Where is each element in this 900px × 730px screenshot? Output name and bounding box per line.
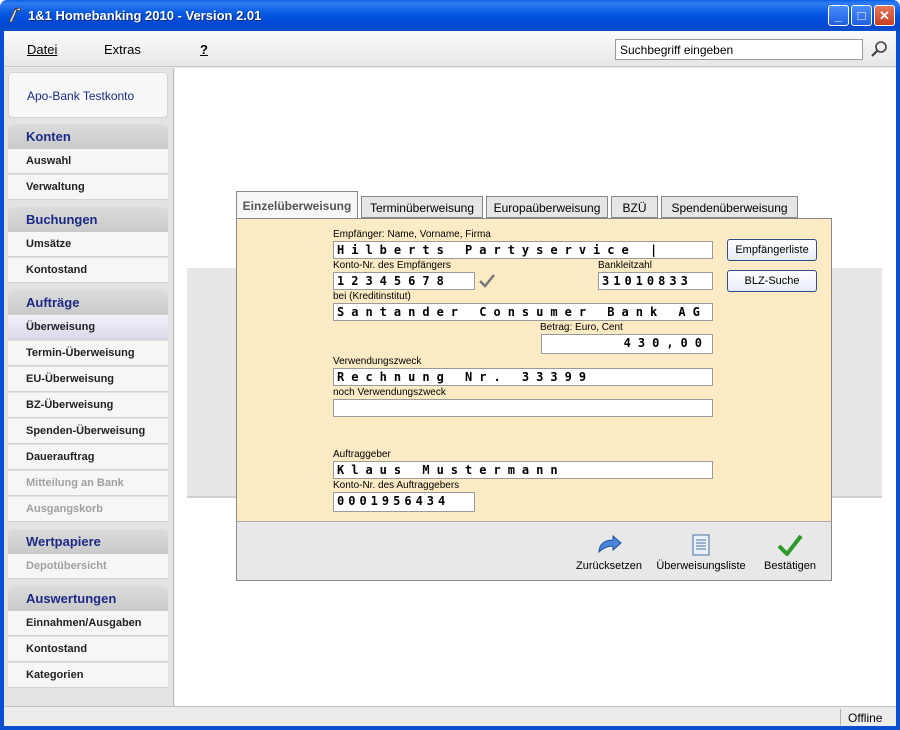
account-label: Konto-Nr. des Empfängers (333, 260, 451, 271)
status-separator (840, 709, 841, 725)
close-button[interactable]: ✕ (874, 5, 895, 26)
recipient-label: Empfänger: Name, Vorname, Firma (333, 229, 491, 240)
bank-label: bei (Kreditinstitut) (333, 291, 411, 302)
sidebar: Apo-Bank Testkonto Konten Auswahl Verwal… (4, 68, 174, 706)
menu-datei-label: Datei (27, 42, 58, 57)
minimize-button[interactable]: _ (828, 5, 849, 26)
sidebar-item-termin-ueberweisung[interactable]: Termin-Überweisung (8, 341, 168, 366)
blz-label: Bankleitzahl (598, 260, 652, 271)
search-icon[interactable] (870, 40, 888, 58)
reset-label: Zurücksetzen (575, 560, 643, 572)
menu-bar: Datei Extras ? (4, 31, 896, 67)
sidebar-item-kontostand-auswertung[interactable]: Kontostand (8, 637, 168, 662)
menu-extras-label: Extras (104, 42, 141, 57)
menu-extras[interactable]: Extras (104, 42, 141, 57)
recipient-field[interactable]: Hilberts Partyservice | (333, 241, 713, 259)
tab-terminueberweisung[interactable]: Terminüberweisung (361, 196, 483, 218)
sender-field[interactable]: Klaus Mustermann (333, 461, 713, 479)
window-title: 1&1 Homebanking 2010 - Version 2.01 (28, 8, 262, 23)
sidebar-item-bz-ueberweisung[interactable]: BZ-Überweisung (8, 393, 168, 418)
section-konten: Konten (8, 124, 168, 149)
sidebar-item-spenden-ueberweisung[interactable]: Spenden-Überweisung (8, 419, 168, 444)
sidebar-item-auswahl[interactable]: Auswahl (8, 149, 168, 174)
confirm-button[interactable]: Bestätigen (758, 534, 822, 572)
section-auftraege: Aufträge (8, 290, 168, 315)
app-logo-icon (8, 7, 22, 23)
sidebar-item-ausgangskorb: Ausgangskorb (8, 497, 168, 522)
sidebar-item-kategorien[interactable]: Kategorien (8, 663, 168, 688)
purpose2-label: noch Verwendungszweck (333, 387, 446, 398)
valid-check-icon (479, 274, 495, 288)
document-list-icon (692, 534, 710, 556)
status-bar: Offline (4, 706, 896, 726)
menu-datei[interactable]: Datei (27, 42, 57, 57)
purpose-label: Verwendungszweck (333, 356, 422, 367)
purpose-field[interactable]: Rechnung Nr. 33399 (333, 368, 713, 386)
tab-bzue[interactable]: BZÜ (611, 196, 658, 218)
sender-account-label: Konto-Nr. des Auftraggebers (333, 480, 460, 491)
tab-einzelueberweisung[interactable]: Einzelüberweisung (236, 191, 358, 219)
purpose2-field[interactable] (333, 399, 713, 417)
sidebar-item-depotuebersicht: Depotübersicht (8, 554, 168, 579)
account-field[interactable]: 12345678 (333, 272, 475, 290)
reset-arrow-icon (598, 534, 622, 554)
sidebar-item-umsaetze[interactable]: Umsätze (8, 232, 168, 257)
menu-help[interactable]: ? (200, 42, 208, 57)
sender-account-field[interactable]: 0001956434 (333, 492, 475, 512)
transfer-list-button[interactable]: Überweisungsliste (653, 534, 749, 572)
title-bar: 1&1 Homebanking 2010 - Version 2.01 _ □ … (0, 0, 900, 31)
sidebar-item-einnahmen-ausgaben[interactable]: Einnahmen/Ausgaben (8, 611, 168, 636)
tab-spendenueberweisung[interactable]: Spendenüberweisung (661, 196, 798, 218)
sidebar-item-verwaltung[interactable]: Verwaltung (8, 175, 168, 200)
account-name: Apo-Bank Testkonto (27, 89, 135, 103)
confirm-label: Bestätigen (764, 560, 816, 572)
sidebar-item-eu-ueberweisung[interactable]: EU-Überweisung (8, 367, 168, 392)
account-selector[interactable]: Apo-Bank Testkonto (8, 72, 168, 118)
confirm-check-icon (777, 534, 803, 556)
sender-label: Auftraggeber (333, 449, 391, 460)
search-input[interactable] (615, 39, 863, 60)
tab-europaueberweisung[interactable]: Europaüberweisung (486, 196, 608, 218)
maximize-button[interactable]: □ (851, 5, 872, 26)
recipient-list-button[interactable]: Empfängerliste (727, 239, 817, 261)
connection-status: Offline (848, 711, 883, 725)
amount-field[interactable]: 430,00 (541, 334, 713, 354)
blz-field[interactable]: 31010833 (598, 272, 713, 290)
section-buchungen: Buchungen (8, 207, 168, 232)
transfer-list-label: Überweisungsliste (656, 560, 746, 572)
sidebar-item-dauerauftrag[interactable]: Dauerauftrag (8, 445, 168, 470)
section-wertpapiere: Wertpapiere (8, 529, 168, 554)
blz-search-button[interactable]: BLZ-Suche (727, 270, 817, 292)
bank-field[interactable]: Santander Consumer Bank AG (333, 303, 713, 321)
section-auswertungen: Auswertungen (8, 586, 168, 611)
sidebar-item-kontostand[interactable]: Kontostand (8, 258, 168, 283)
amount-label: Betrag: Euro, Cent (540, 322, 623, 333)
reset-button[interactable]: Zurücksetzen (571, 534, 647, 572)
sidebar-item-mitteilung: Mitteilung an Bank (8, 471, 168, 496)
sidebar-item-ueberweisung[interactable]: Überweisung (8, 315, 168, 340)
